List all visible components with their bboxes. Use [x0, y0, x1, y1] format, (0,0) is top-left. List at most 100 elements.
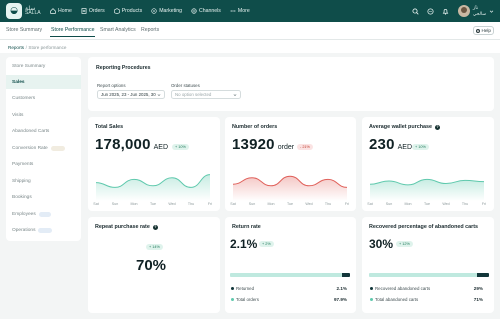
chart-area [370, 179, 484, 201]
nav-more[interactable]: More [230, 8, 250, 14]
bag-icon[interactable]: ◒ [6, 3, 22, 19]
help-button[interactable]: ? Help [473, 26, 494, 35]
status-select[interactable]: No option selected [171, 90, 241, 99]
nav-orders-label: Orders [88, 8, 105, 14]
channels-icon [191, 8, 197, 14]
tick-label: Tue [286, 202, 294, 206]
breadcrumb-separator: / [25, 45, 27, 50]
metric-unit: order [277, 144, 295, 151]
tick-label: Tue [149, 202, 157, 206]
nav-home[interactable]: Home [50, 8, 72, 14]
legend-returned: Returned [231, 286, 254, 291]
recovered-bar-fill [477, 273, 489, 277]
sidebar-item-label: Store Summary [12, 63, 46, 69]
tab-reports[interactable]: Reports [141, 27, 159, 33]
more-icon [230, 8, 236, 14]
card-title: Return rate [232, 224, 261, 230]
home-icon [50, 8, 56, 14]
legend-dot [231, 298, 234, 301]
legend-value: 71% [473, 297, 483, 302]
sidebar-item-label: Sales [12, 79, 25, 85]
period-label: Report options [97, 83, 126, 88]
legend-label: Recovered abandoned carts [375, 286, 431, 291]
sidebar-item-bookings[interactable]: Bookings [6, 190, 81, 204]
breadcrumb-root[interactable]: Reports [8, 45, 24, 50]
help-label: Help [481, 28, 491, 33]
legend-value: 29% [473, 286, 483, 291]
sidebar-item-shipping[interactable]: Shipping [6, 174, 81, 188]
return-rate-value: 2.1% [230, 237, 258, 251]
tick-label: Sun [111, 202, 119, 206]
active-tab-indicator [50, 36, 95, 37]
brand-name: سلة SALLA [25, 6, 41, 16]
tick-label: Tue [423, 202, 431, 206]
orders-trend-chart [232, 175, 348, 201]
bell-icon[interactable] [442, 8, 449, 15]
nav-products[interactable]: Products [113, 8, 143, 14]
card-title-text: Repeat purchase rate [95, 224, 150, 230]
orders-icon [81, 8, 87, 14]
chevron-down-icon[interactable] [489, 9, 494, 14]
sidebar-item-payments[interactable]: Payments [6, 157, 81, 171]
change-badge: + 12% [396, 241, 413, 247]
tick-label: Sat [93, 202, 99, 206]
sidebar-item-conversion-rate[interactable]: Conversion Rate [6, 141, 81, 155]
sidebar-item-label: Payments [12, 161, 34, 167]
nav-orders[interactable]: Orders [81, 8, 105, 14]
tick-label: Wed [442, 202, 450, 206]
legend-total-orders: Total orders [231, 297, 259, 302]
chevron-down-icon [157, 94, 161, 96]
tick-label: Wed [305, 202, 313, 206]
sidebar-item-sales[interactable]: Sales [6, 75, 81, 89]
chat-icon[interactable] [427, 7, 434, 15]
filters-title: Reporting Procedures [96, 65, 151, 71]
sidebar-item-abandoned-carts[interactable]: Abandoned Carts [6, 124, 81, 138]
tab-store-performance[interactable]: Store Performance [51, 27, 95, 33]
sidebar-item-operations[interactable]: Operations [6, 223, 81, 237]
tick-label: Fri [481, 202, 487, 206]
sidebar-item-employees[interactable]: Employees [6, 207, 81, 221]
main-nav: Home Orders Products Marketing Channels … [50, 0, 259, 22]
sidebar-item-customers[interactable]: Customers [6, 91, 81, 105]
user-info[interactable]: ناز سالحي [473, 6, 486, 17]
legend-dot [370, 287, 373, 290]
nav-home-label: Home [58, 8, 72, 14]
sidebar-item-store-summary[interactable]: Store Summary [6, 59, 81, 73]
sidebar-item-label: Abandoned Carts [12, 128, 50, 134]
tick-label: Mon [130, 202, 138, 206]
marketing-icon [151, 8, 157, 14]
return-rate-bar-fill [341, 273, 350, 277]
legend-value: 97.9% [333, 297, 347, 302]
legend-label: Total abandoned carts [375, 297, 419, 302]
avg-wallet-value: 230 AED [369, 136, 412, 153]
tick-label: Wed [168, 202, 176, 206]
tab-smart-analytics[interactable]: Smart Analytics [100, 27, 136, 33]
recovered-bar [369, 273, 489, 277]
sidebar-item-label: Bookings [12, 194, 32, 200]
change-badge: - 21% [297, 144, 313, 150]
search-icon[interactable] [412, 7, 419, 15]
report-tabs: Store Summary Store Performance Smart An… [0, 22, 500, 40]
tab-store-summary[interactable]: Store Summary [6, 27, 42, 33]
legend-dot [231, 287, 234, 290]
card-title: Number of orders [232, 124, 278, 130]
status-badge [38, 211, 51, 217]
sidebar-item-visits[interactable]: Visits [6, 108, 81, 122]
status-badge [50, 145, 65, 151]
tick-label: Sat [230, 202, 236, 206]
period-select[interactable]: Jun 2025, 23 - Jun 2025, 30 [97, 90, 165, 99]
info-icon[interactable]: ? [152, 224, 158, 230]
avatar[interactable] [457, 5, 470, 17]
legend-label: Total orders [236, 297, 259, 302]
nav-products-label: Products [121, 8, 143, 14]
products-icon [113, 8, 120, 14]
info-icon[interactable]: ? [435, 124, 441, 130]
card-title: Repeat purchase rate? [95, 224, 158, 230]
nav-channels[interactable]: Channels [191, 8, 221, 14]
nav-channels-label: Channels [198, 8, 221, 14]
reporting-filters-card: Reporting Procedures Report options Jun … [88, 57, 494, 111]
sidebar-item-label: Customers [12, 95, 36, 101]
card-title-text: Average wallet purchase [369, 124, 433, 130]
nav-marketing[interactable]: Marketing [151, 8, 182, 14]
tick-label: Sat [367, 202, 373, 206]
